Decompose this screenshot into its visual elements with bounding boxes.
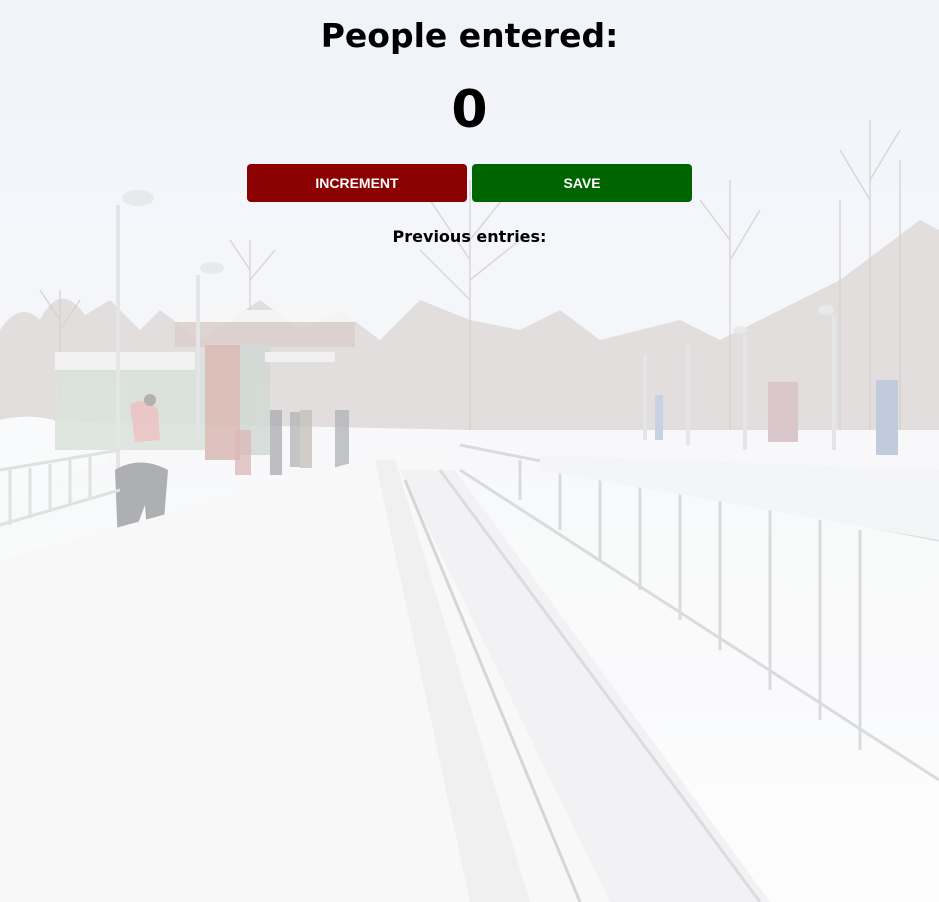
- button-row: INCREMENT SAVE: [247, 164, 693, 202]
- save-button[interactable]: SAVE: [472, 164, 692, 202]
- page-title: People entered:: [320, 16, 619, 55]
- counter-value: 0: [451, 80, 488, 140]
- increment-button[interactable]: INCREMENT: [247, 164, 467, 202]
- previous-entries-heading: Previous entries:: [392, 227, 547, 246]
